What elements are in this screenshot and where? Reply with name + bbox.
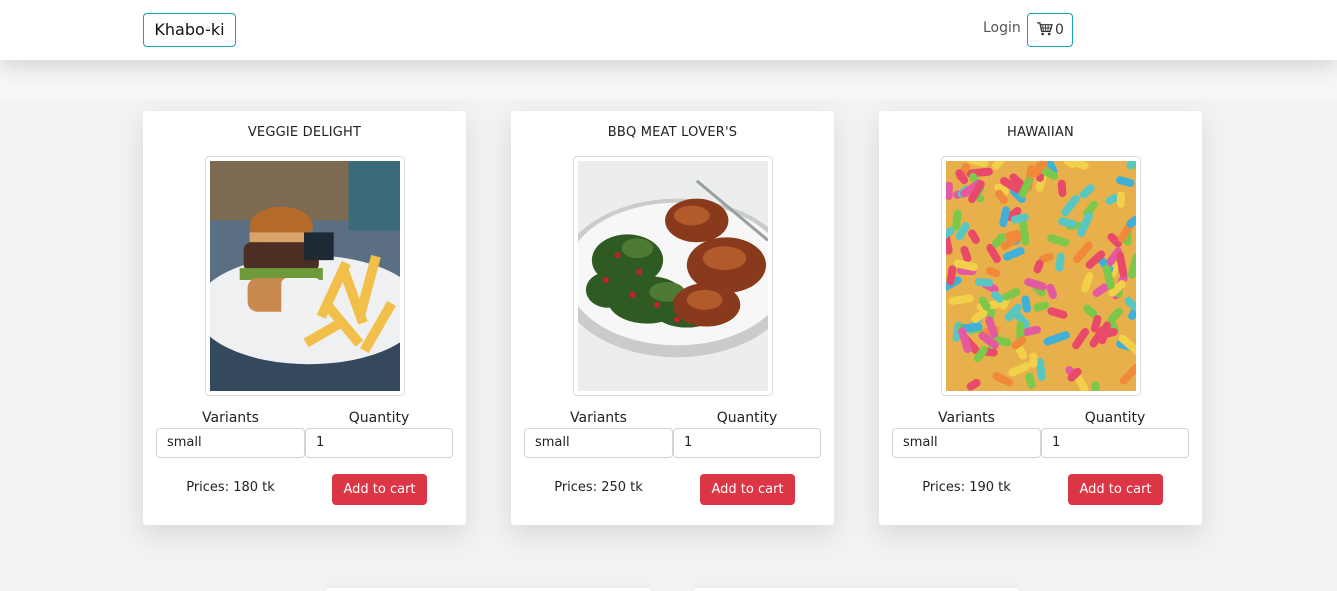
product-image: [573, 156, 773, 396]
product-card: VEGGIE DELIGHT Variants Quantity small 1…: [143, 111, 466, 525]
quantity-select[interactable]: 1: [1041, 428, 1189, 458]
variant-select[interactable]: small: [156, 428, 305, 458]
variant-select[interactable]: small: [524, 428, 673, 458]
price-text: Prices: 180 tk: [186, 480, 275, 495]
gummy-worms-candy-photo: [946, 161, 1136, 391]
brand-logo-button[interactable]: Khabo-ki: [143, 13, 236, 47]
add-to-cart-button[interactable]: Add to cart: [700, 474, 795, 505]
product-image: [205, 156, 405, 396]
burger-and-fries-photo: [210, 161, 400, 391]
quantity-label: Quantity: [716, 410, 778, 426]
login-link[interactable]: Login: [983, 19, 1021, 37]
cart-count: 0: [1055, 22, 1064, 38]
navbar: Khabo-ki Login 0: [0, 0, 1337, 60]
add-to-cart-button[interactable]: Add to cart: [332, 474, 427, 505]
header-band: [0, 60, 1337, 99]
quantity-label: Quantity: [348, 410, 410, 426]
product-title: HAWAIIAN: [1007, 125, 1074, 140]
add-to-cart-button[interactable]: Add to cart: [1068, 474, 1163, 505]
quantity-label: Quantity: [1084, 410, 1146, 426]
price-text: Prices: 250 tk: [554, 480, 643, 495]
product-card: HAWAIIAN Variants Quantity small 1 Price…: [879, 111, 1202, 525]
cart-icon: [1036, 21, 1053, 40]
product-title: BBQ MEAT LOVER'S: [607, 125, 738, 140]
grilled-chicken-with-kale-photo: [578, 161, 768, 391]
variants-label: Variants: [202, 410, 259, 426]
price-text: Prices: 190 tk: [922, 480, 1011, 495]
product-title: VEGGIE DELIGHT: [247, 125, 362, 140]
quantity-select[interactable]: 1: [673, 428, 821, 458]
variant-select[interactable]: small: [892, 428, 1041, 458]
quantity-select[interactable]: 1: [305, 428, 453, 458]
product-card: BBQ MEAT LOVER'S Variants Quantity small…: [511, 111, 834, 525]
variants-label: Variants: [570, 410, 627, 426]
cart-button[interactable]: 0: [1027, 13, 1073, 47]
variants-label: Variants: [938, 410, 995, 426]
product-image: [941, 156, 1141, 396]
